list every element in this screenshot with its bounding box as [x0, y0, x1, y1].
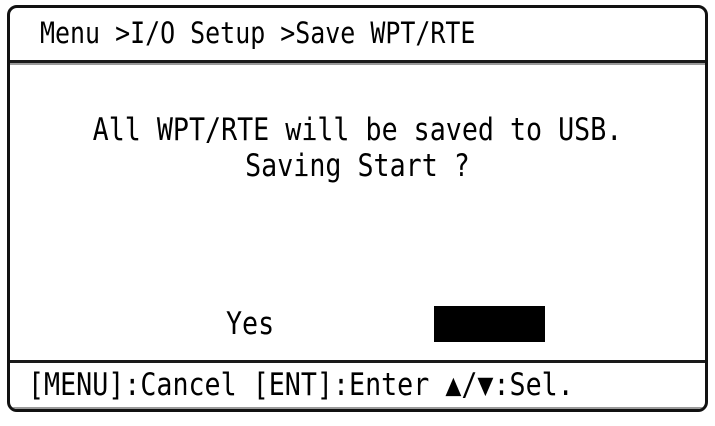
confirm-message-line1: All WPT/RTE will be saved to USB. [92, 112, 623, 148]
breadcrumb: Menu >I/O Setup >Save WPT/RTE [40, 16, 476, 50]
key-hint: [MENU]:Cancel [ENT]:Enter ▲/▼:Sel. [28, 367, 574, 403]
dialog-screen: Menu >I/O Setup >Save WPT/RTE All WPT/RT… [7, 5, 708, 412]
no-option[interactable]: No [434, 306, 545, 378]
confirm-message-line2: Saving Start ? [245, 148, 470, 184]
yes-option[interactable]: Yes [226, 306, 274, 342]
header-bar: Menu >I/O Setup >Save WPT/RTE [10, 8, 705, 63]
footer-bar: [MENU]:Cancel [ENT]:Enter ▲/▼:Sel. [10, 360, 705, 409]
